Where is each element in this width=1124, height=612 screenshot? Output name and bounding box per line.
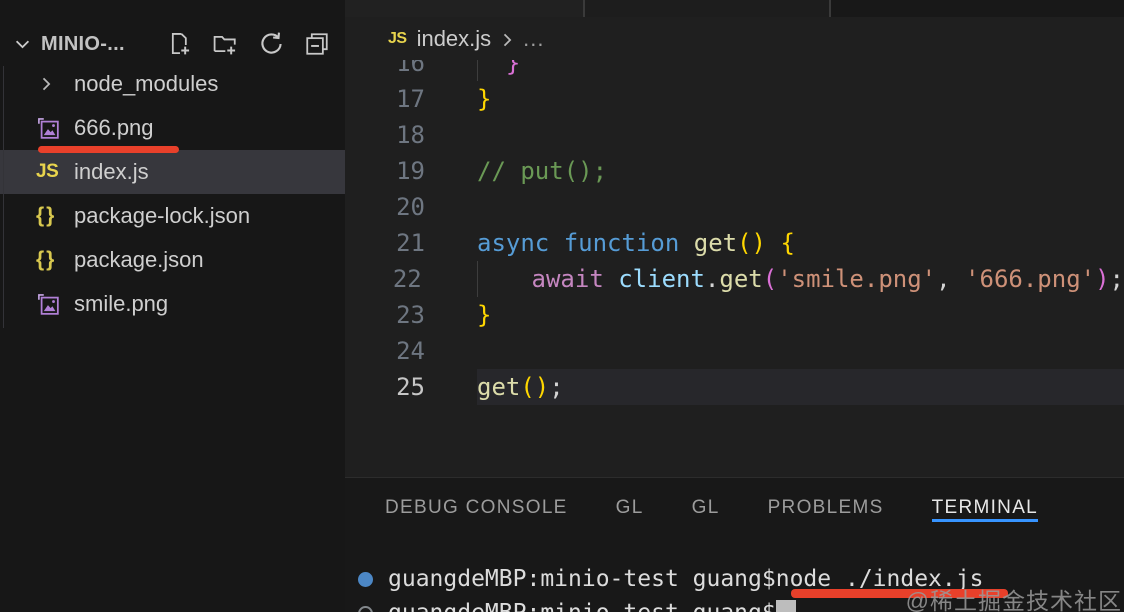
tree-indent-guide	[3, 66, 4, 328]
panel-tab-debug-console-0[interactable]: DEBUG CONSOLE	[385, 494, 568, 522]
code-line-25[interactable]: 25 get();	[345, 369, 1124, 405]
red-marker-annotation	[38, 146, 179, 153]
json-icon: {}	[36, 248, 57, 271]
breadcrumb-file[interactable]: index.js	[417, 26, 492, 52]
file-item-node_modules[interactable]: node_modules	[0, 62, 345, 106]
js-icon: JS	[36, 161, 59, 182]
js-file-icon: JS	[388, 29, 407, 47]
code-text[interactable]	[425, 333, 477, 369]
file-item-package-lock.json[interactable]: {} package-lock.json	[0, 194, 345, 238]
code-line-16[interactable]: 16 }	[345, 60, 1124, 81]
file-item-smile.png[interactable]: smile.png	[0, 282, 345, 326]
code-text[interactable]: }	[425, 81, 491, 117]
json-icon: {}	[36, 204, 57, 227]
filled-circle-icon	[358, 571, 373, 587]
line-number[interactable]: 17	[345, 81, 425, 117]
file-item-label: 666.png	[74, 115, 154, 140]
chevron-right-icon	[36, 74, 66, 94]
file-item-label: package.json	[74, 247, 204, 272]
editor-tab-active[interactable]	[345, 0, 583, 17]
tab-strip	[345, 0, 1124, 17]
line-number[interactable]: 24	[345, 333, 425, 369]
panel-tab-gl-2[interactable]: GL	[692, 494, 720, 522]
line-number[interactable]: 19	[345, 153, 425, 189]
hollow-circle-icon	[358, 605, 373, 612]
refresh-icon[interactable]	[258, 31, 284, 57]
editor-tab-2[interactable]	[585, 0, 829, 17]
code-text[interactable]: // put();	[425, 153, 607, 189]
explorer-section-title[interactable]: MINIO-...	[41, 33, 125, 56]
chevron-right-icon	[497, 30, 517, 50]
code-line-22[interactable]: 22 await client.get('smile.png', '666.pn…	[345, 261, 1124, 297]
terminal-prompt: guangdeMBP:minio-test guang$	[388, 566, 776, 592]
file-item-666.png[interactable]: 666.png	[0, 106, 345, 150]
file-item-label: package-lock.json	[74, 203, 251, 228]
line-number[interactable]: 20	[345, 189, 425, 225]
line-number[interactable]: 25	[345, 369, 425, 405]
code-text[interactable]	[425, 189, 477, 225]
new-folder-icon[interactable]	[212, 31, 238, 57]
chevron-down-icon[interactable]	[12, 34, 33, 55]
code-line-20[interactable]: 20	[345, 189, 1124, 225]
line-number[interactable]: 21	[345, 225, 425, 261]
file-item-label: smile.png	[74, 291, 169, 316]
code-lines: 16 } 17} 18 19// put(); 20 21 async function g…	[345, 60, 1124, 405]
file-list: node_modules 666.png JS index.js {} package-l…	[0, 62, 345, 326]
code-text[interactable]: get();	[425, 369, 564, 405]
breadcrumb: JS index.js ...	[345, 17, 1124, 60]
editor-region: JS index.js ... 16 } 17} 18 19// put(); 20 21…	[345, 0, 1124, 477]
line-number[interactable]: 18	[345, 117, 425, 153]
file-item-index.js[interactable]: JS index.js	[0, 150, 345, 194]
code-line-18[interactable]: 18	[345, 117, 1124, 153]
code-text[interactable]: await client.get('smile.png', '666.png')…	[422, 261, 1124, 297]
terminal-cursor[interactable]	[775, 599, 796, 612]
code-line-21[interactable]: 21 async function get() {	[345, 225, 1124, 261]
panel-tab-gl-1[interactable]: GL	[616, 494, 644, 522]
new-file-icon[interactable]	[166, 31, 192, 57]
code-area[interactable]: 16 } 17} 18 19// put(); 20 21 async function g…	[345, 60, 1124, 477]
line-number[interactable]: 16	[345, 60, 425, 81]
code-line-17[interactable]: 17}	[345, 81, 1124, 117]
code-text[interactable]: }	[425, 60, 520, 81]
panel-tab-problems-3[interactable]: PROBLEMS	[768, 494, 884, 522]
file-item-package.json[interactable]: {} package.json	[0, 238, 345, 282]
explorer-actions	[166, 31, 330, 57]
vscode-window: MINIO-... node_modules 666.png JS index.js {…	[0, 0, 1124, 612]
line-number[interactable]: 22	[345, 261, 422, 297]
line-number[interactable]: 23	[345, 297, 425, 333]
code-text[interactable]: }	[425, 297, 491, 333]
terminal-prompt: guangdeMBP:minio-test guang$	[388, 596, 776, 612]
image-icon	[36, 117, 66, 140]
file-item-label: index.js	[74, 159, 149, 184]
code-line-19[interactable]: 19// put();	[345, 153, 1124, 189]
code-text[interactable]	[425, 117, 477, 153]
panel-tabs: DEBUG CONSOLE GL GL PROBLEMS TERMINAL	[345, 478, 1124, 522]
code-text[interactable]: async function get() {	[425, 225, 795, 261]
image-icon	[36, 293, 66, 316]
editor-tab-3[interactable]	[831, 0, 1124, 17]
panel-tab-terminal-4[interactable]: TERMINAL	[931, 494, 1039, 522]
explorer-header: MINIO-...	[0, 0, 345, 62]
explorer-sidebar: MINIO-... node_modules 666.png JS index.js {…	[0, 0, 345, 612]
file-item-label: node_modules	[74, 71, 219, 96]
code-line-23[interactable]: 23}	[345, 297, 1124, 333]
watermark: @稀土掘金技术社区	[905, 588, 1122, 612]
breadcrumb-ellipsis[interactable]: ...	[523, 26, 544, 52]
code-line-24[interactable]: 24	[345, 333, 1124, 369]
collapse-all-icon[interactable]	[304, 31, 330, 57]
